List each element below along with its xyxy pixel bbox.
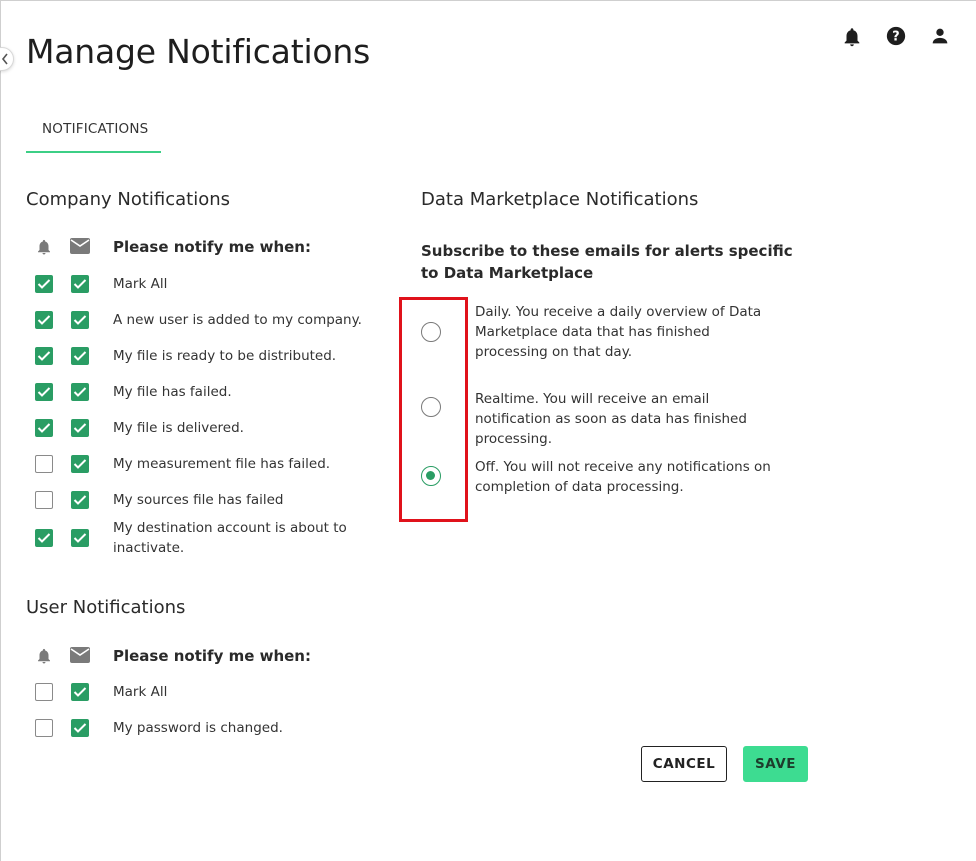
email-checkbox[interactable]	[71, 419, 89, 437]
notification-label: My file is ready to be distributed.	[113, 348, 337, 364]
bell-checkbox[interactable]	[35, 529, 53, 547]
marketplace-subtitle: Subscribe to these emails for alerts spe…	[421, 242, 793, 282]
company-notify-header: Please notify me when:	[113, 238, 311, 256]
radio-daily-label: Daily. You receive a daily overview of D…	[475, 304, 762, 360]
cancel-button[interactable]: CANCEL	[641, 746, 727, 782]
notification-label: Mark All	[113, 276, 168, 292]
email-checkbox[interactable]	[71, 275, 89, 293]
email-checkbox[interactable]	[71, 347, 89, 365]
email-checkbox[interactable]	[71, 683, 89, 701]
bell-checkbox[interactable]	[35, 275, 53, 293]
save-button[interactable]: SAVE	[743, 746, 808, 782]
help-icon[interactable]: ?	[885, 25, 907, 47]
notification-label: My measurement file has failed.	[113, 456, 331, 472]
tab-notifications[interactable]: NOTIFICATIONS	[26, 110, 161, 153]
bell-icon	[35, 647, 53, 665]
bell-checkbox[interactable]	[35, 311, 53, 329]
notification-label: A new user is added to my company.	[113, 312, 362, 328]
marketplace-notifications-title: Data Marketplace Notifications	[421, 189, 699, 210]
checkmark-icon	[73, 387, 87, 397]
notification-label: My file is delivered.	[113, 420, 244, 436]
window-left-border	[0, 0, 1, 861]
email-checkbox[interactable]	[71, 529, 89, 547]
collapse-sidebar-button[interactable]	[0, 47, 14, 71]
notification-label: My file has failed.	[113, 384, 232, 400]
checkmark-icon	[37, 279, 51, 289]
checkmark-icon	[73, 315, 87, 325]
bell-checkbox[interactable]	[35, 383, 53, 401]
svg-text:?: ?	[892, 30, 899, 45]
email-icon	[70, 647, 90, 665]
checkmark-icon	[73, 279, 87, 289]
page-title: Manage Notifications	[26, 32, 371, 71]
email-checkbox[interactable]	[71, 311, 89, 329]
bell-checkbox[interactable]	[35, 419, 53, 437]
bell-icon	[35, 238, 53, 256]
checkmark-icon	[73, 351, 87, 361]
email-checkbox[interactable]	[71, 383, 89, 401]
bell-checkbox[interactable]	[35, 719, 53, 737]
bell-icon[interactable]	[841, 26, 863, 48]
checkmark-icon	[73, 423, 87, 433]
user-notifications-title: User Notifications	[26, 597, 186, 618]
radio-off-label: Off. You will not receive any notificati…	[475, 459, 771, 495]
bell-checkbox[interactable]	[35, 347, 53, 365]
email-checkbox[interactable]	[71, 719, 89, 737]
checkmark-icon	[37, 351, 51, 361]
notification-label: Mark All	[113, 684, 168, 700]
highlight-box	[399, 297, 468, 522]
checkmark-icon	[73, 495, 87, 505]
checkmark-icon	[73, 723, 87, 733]
chevron-left-icon	[1, 53, 8, 65]
radio-realtime-label: Realtime. You will receive an email noti…	[475, 391, 747, 447]
user-icon[interactable]	[929, 25, 951, 47]
checkmark-icon	[37, 423, 51, 433]
checkmark-icon	[37, 387, 51, 397]
checkmark-icon	[73, 687, 87, 697]
checkmark-icon	[73, 459, 87, 469]
email-icon	[70, 238, 90, 256]
notification-label: My destination account is about to inact…	[113, 520, 347, 556]
company-notifications-title: Company Notifications	[26, 189, 231, 210]
tab-label: NOTIFICATIONS	[42, 121, 149, 137]
bell-checkbox[interactable]	[35, 491, 53, 509]
window-top-border	[0, 0, 976, 1]
tab-active-indicator	[26, 151, 161, 153]
checkmark-icon	[37, 533, 51, 543]
email-checkbox[interactable]	[71, 455, 89, 473]
notification-label: My password is changed.	[113, 720, 283, 736]
email-checkbox[interactable]	[71, 491, 89, 509]
user-notify-header: Please notify me when:	[113, 647, 311, 665]
checkmark-icon	[73, 533, 87, 543]
bell-checkbox[interactable]	[35, 455, 53, 473]
checkmark-icon	[37, 315, 51, 325]
bell-checkbox[interactable]	[35, 683, 53, 701]
notification-label: My sources file has failed	[113, 492, 284, 508]
